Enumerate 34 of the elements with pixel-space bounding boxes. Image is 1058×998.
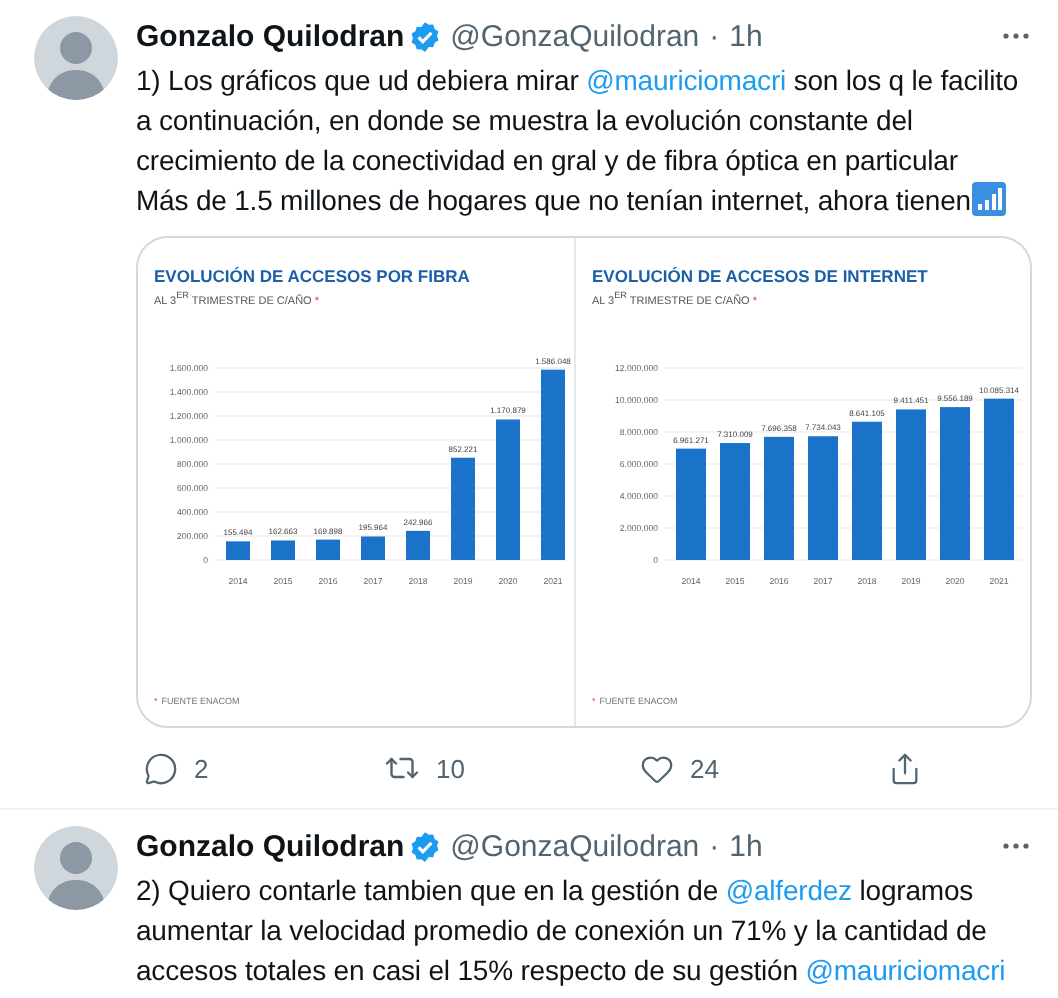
bar xyxy=(808,435,838,560)
separator: · xyxy=(709,19,720,53)
author-handle[interactable]: @GonzaQuilodran xyxy=(450,19,700,53)
author-handle[interactable]: @GonzaQuilodran xyxy=(450,829,700,863)
bar xyxy=(720,442,750,560)
chart-image[interactable] xyxy=(136,236,1032,728)
bar xyxy=(406,530,430,560)
separator: · xyxy=(709,829,720,863)
reply-button[interactable]: 2 xyxy=(136,751,376,785)
tweet-text: 1) Los gráficos que ud debiera mirar @mauriciomacri son los q le facilito a continuación, en donde se muestra la evolución constante del crecimiento de la conectividad en gral y de fibra óptica en particular Más de 1.5 millones de hogares que no tenían internet, ahora tienen xyxy=(136,62,1021,220)
timestamp[interactable]: 1h xyxy=(729,19,763,53)
heart-icon xyxy=(640,751,674,785)
bar xyxy=(271,540,295,560)
share-icon xyxy=(888,751,922,785)
chart-title: EVOLUCIÓN DE ACCESOS DE INTERNET xyxy=(592,266,930,286)
chart-title: EVOLUCIÓN DE ACCESOS POR FIBRA xyxy=(154,266,472,286)
bar xyxy=(316,539,340,560)
author-name[interactable]: Gonzalo Quilodran xyxy=(136,19,405,53)
timestamp[interactable]: 1h xyxy=(729,829,763,863)
bar xyxy=(764,436,794,560)
tweet-text: 2) Quiero contarle tambien que en la gestión de @alferdez logramos aumentar la velocidad promedio de conexión un 71% y la cantidad de accesos totales en casi el 15% respecto de su gestión @mauriciomacri xyxy=(136,872,1008,990)
signal-bars-icon xyxy=(972,182,1007,216)
reply-icon xyxy=(144,751,178,785)
like-button[interactable]: 24 xyxy=(632,751,880,785)
avatar[interactable] xyxy=(34,16,118,100)
bar xyxy=(496,419,520,560)
avatar[interactable] xyxy=(34,826,118,910)
retweet-button[interactable]: 10 xyxy=(376,750,632,786)
bar xyxy=(226,541,250,560)
bar xyxy=(451,457,475,560)
author-name[interactable]: Gonzalo Quilodran xyxy=(136,829,405,863)
bar xyxy=(852,421,882,560)
bar xyxy=(361,536,385,560)
bar xyxy=(676,448,706,560)
